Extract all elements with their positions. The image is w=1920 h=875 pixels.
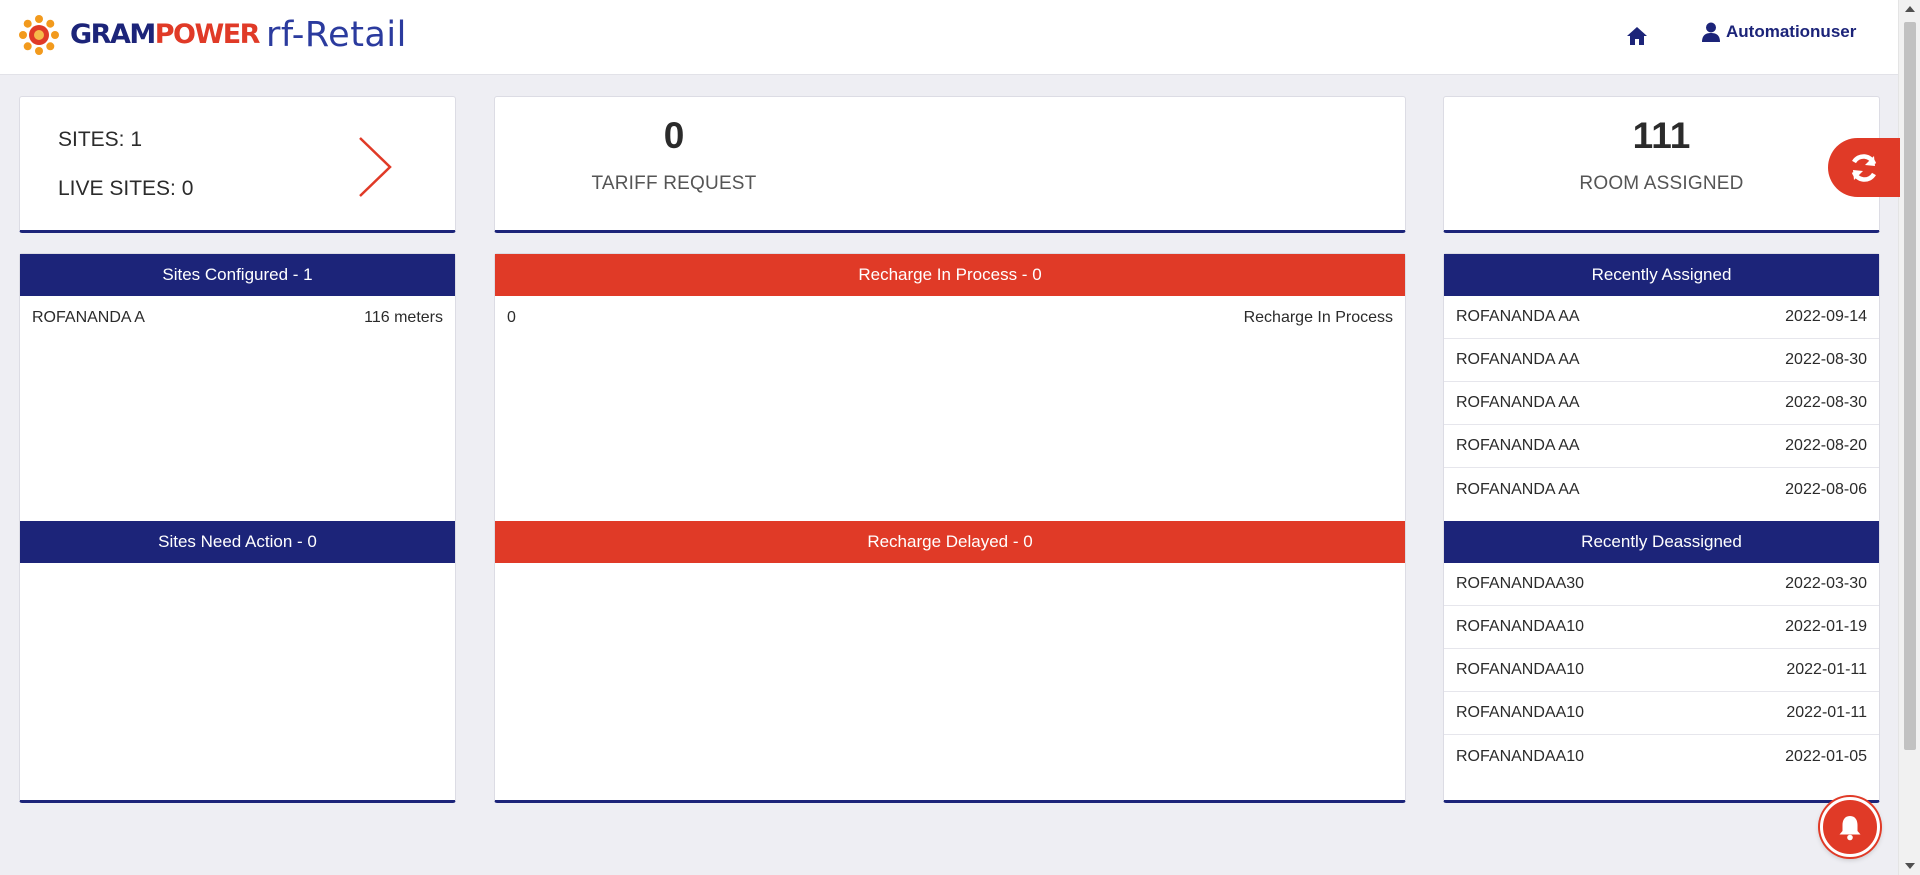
chevron-right-icon[interactable] xyxy=(356,135,396,199)
brand-name: GRAMPOWER xyxy=(70,14,261,56)
bell-icon xyxy=(1839,816,1861,841)
deassigned-date: 2022-01-11 xyxy=(1786,661,1867,678)
list-item[interactable]: ROFANANDA AA 2022-08-30 xyxy=(1444,382,1879,425)
assigned-date: 2022-09-14 xyxy=(1785,308,1867,325)
deassigned-date: 2022-03-30 xyxy=(1785,575,1867,592)
room-assigned-label: ROOM ASSIGNED xyxy=(1579,173,1744,194)
list-item[interactable]: ROFANANDA AA 2022-08-30 xyxy=(1444,339,1879,382)
notifications-button[interactable] xyxy=(1820,797,1880,857)
list-item[interactable]: ROFANANDAA10 2022-01-11 xyxy=(1444,692,1879,735)
room-name: ROFANANDA AA xyxy=(1456,351,1580,368)
list-item[interactable]: ROFANANDAA10 2022-01-19 xyxy=(1444,606,1879,649)
brand-logo[interactable]: GRAMPOWER xyxy=(18,14,261,56)
deassigned-date: 2022-01-11 xyxy=(1786,704,1867,721)
assigned-date: 2022-08-06 xyxy=(1785,480,1867,498)
home-icon[interactable] xyxy=(1625,24,1649,48)
assigned-date: 2022-08-30 xyxy=(1785,394,1867,411)
refresh-button[interactable] xyxy=(1828,138,1900,197)
assigned-date: 2022-08-20 xyxy=(1785,437,1867,454)
list-item[interactable]: ROFANANDA AA 2022-09-14 xyxy=(1444,296,1879,339)
assigned-date: 2022-08-30 xyxy=(1785,351,1867,368)
list-item[interactable]: ROFANANDAA10 2022-01-11 xyxy=(1444,649,1879,692)
brand-name-left: GRAM xyxy=(70,19,156,50)
list-item[interactable]: ROFANANDAA30 2022-03-30 xyxy=(1444,563,1879,606)
brand-name-right: POWER xyxy=(154,19,261,50)
recently-deassigned-header: Recently Deassigned xyxy=(1444,521,1879,563)
deassigned-date: 2022-01-05 xyxy=(1785,747,1867,765)
room-assigned-count: 111 xyxy=(1632,115,1691,156)
room-name: ROFANANDA AA xyxy=(1456,394,1580,411)
assignment-panel: Recently Assigned ROFANANDA AA 2022-09-1… xyxy=(1443,253,1880,803)
recharge-count: 0 xyxy=(507,308,516,326)
user-menu[interactable]: Automationuser xyxy=(1702,22,1856,42)
product-name: rf-Retail xyxy=(266,15,407,55)
user-name: Automationuser xyxy=(1726,22,1857,41)
sites-summary-card: SITES: 1 LIVE SITES: 0 xyxy=(19,96,456,233)
recently-assigned-header: Recently Assigned xyxy=(1444,254,1879,296)
tariff-request-card[interactable]: 0 TARIFF REQUEST xyxy=(494,96,1406,233)
refresh-icon xyxy=(1851,153,1877,182)
recharge-in-process-header: Recharge In Process - 0 xyxy=(495,254,1405,296)
scroll-up-icon[interactable] xyxy=(1905,6,1915,12)
live-sites-count: LIVE SITES: 0 xyxy=(58,177,194,200)
list-item[interactable]: ROFANANDA AA 2022-08-06 xyxy=(1444,468,1879,511)
sites-panel: Sites Configured - 1 ROFANANDA A 116 met… xyxy=(19,253,456,803)
sites-count: SITES: 1 xyxy=(58,128,143,151)
scroll-down-icon[interactable] xyxy=(1905,863,1915,869)
room-name: ROFANANDA AA xyxy=(1456,308,1580,325)
room-name: ROFANANDAA10 xyxy=(1456,704,1585,721)
recharge-panel: Recharge In Process - 0 0 Recharge In Pr… xyxy=(494,253,1406,803)
top-navbar: GRAMPOWER rf-Retail Automationuser xyxy=(0,0,1898,75)
deassigned-date: 2022-01-19 xyxy=(1785,618,1867,635)
room-name: ROFANANDA AA xyxy=(1456,437,1580,454)
tariff-request-count: 0 xyxy=(663,115,685,156)
room-assigned-card[interactable]: 111 ROOM ASSIGNED xyxy=(1443,96,1880,233)
recharge-delayed-header: Recharge Delayed - 0 xyxy=(495,521,1405,563)
scrollbar-thumb[interactable] xyxy=(1904,22,1916,750)
user-icon xyxy=(1702,22,1720,42)
room-name: ROFANANDAA30 xyxy=(1456,575,1585,592)
room-name: ROFANANDAA10 xyxy=(1456,618,1585,635)
tariff-request-label: TARIFF REQUEST xyxy=(591,173,757,194)
list-item[interactable]: ROFANANDA AA 2022-08-20 xyxy=(1444,425,1879,468)
list-item[interactable]: ROFANANDAA10 2022-01-05 xyxy=(1444,735,1879,778)
sites-configured-header: Sites Configured - 1 xyxy=(20,254,455,296)
room-name: ROFANANDAA10 xyxy=(1456,747,1585,765)
room-name: ROFANANDA AA xyxy=(1456,480,1580,498)
site-name: ROFANANDA A xyxy=(32,308,145,326)
recharge-status: Recharge In Process xyxy=(1243,308,1393,326)
list-item[interactable]: 0 Recharge In Process xyxy=(495,296,1405,339)
list-item[interactable]: ROFANANDA A 116 meters xyxy=(20,296,455,339)
page-scrollbar[interactable] xyxy=(1898,0,1920,875)
sun-logo-icon xyxy=(19,15,59,55)
sites-need-action-header: Sites Need Action - 0 xyxy=(20,521,455,563)
room-name: ROFANANDAA10 xyxy=(1456,661,1585,678)
site-meter-count: 116 meters xyxy=(364,308,443,326)
